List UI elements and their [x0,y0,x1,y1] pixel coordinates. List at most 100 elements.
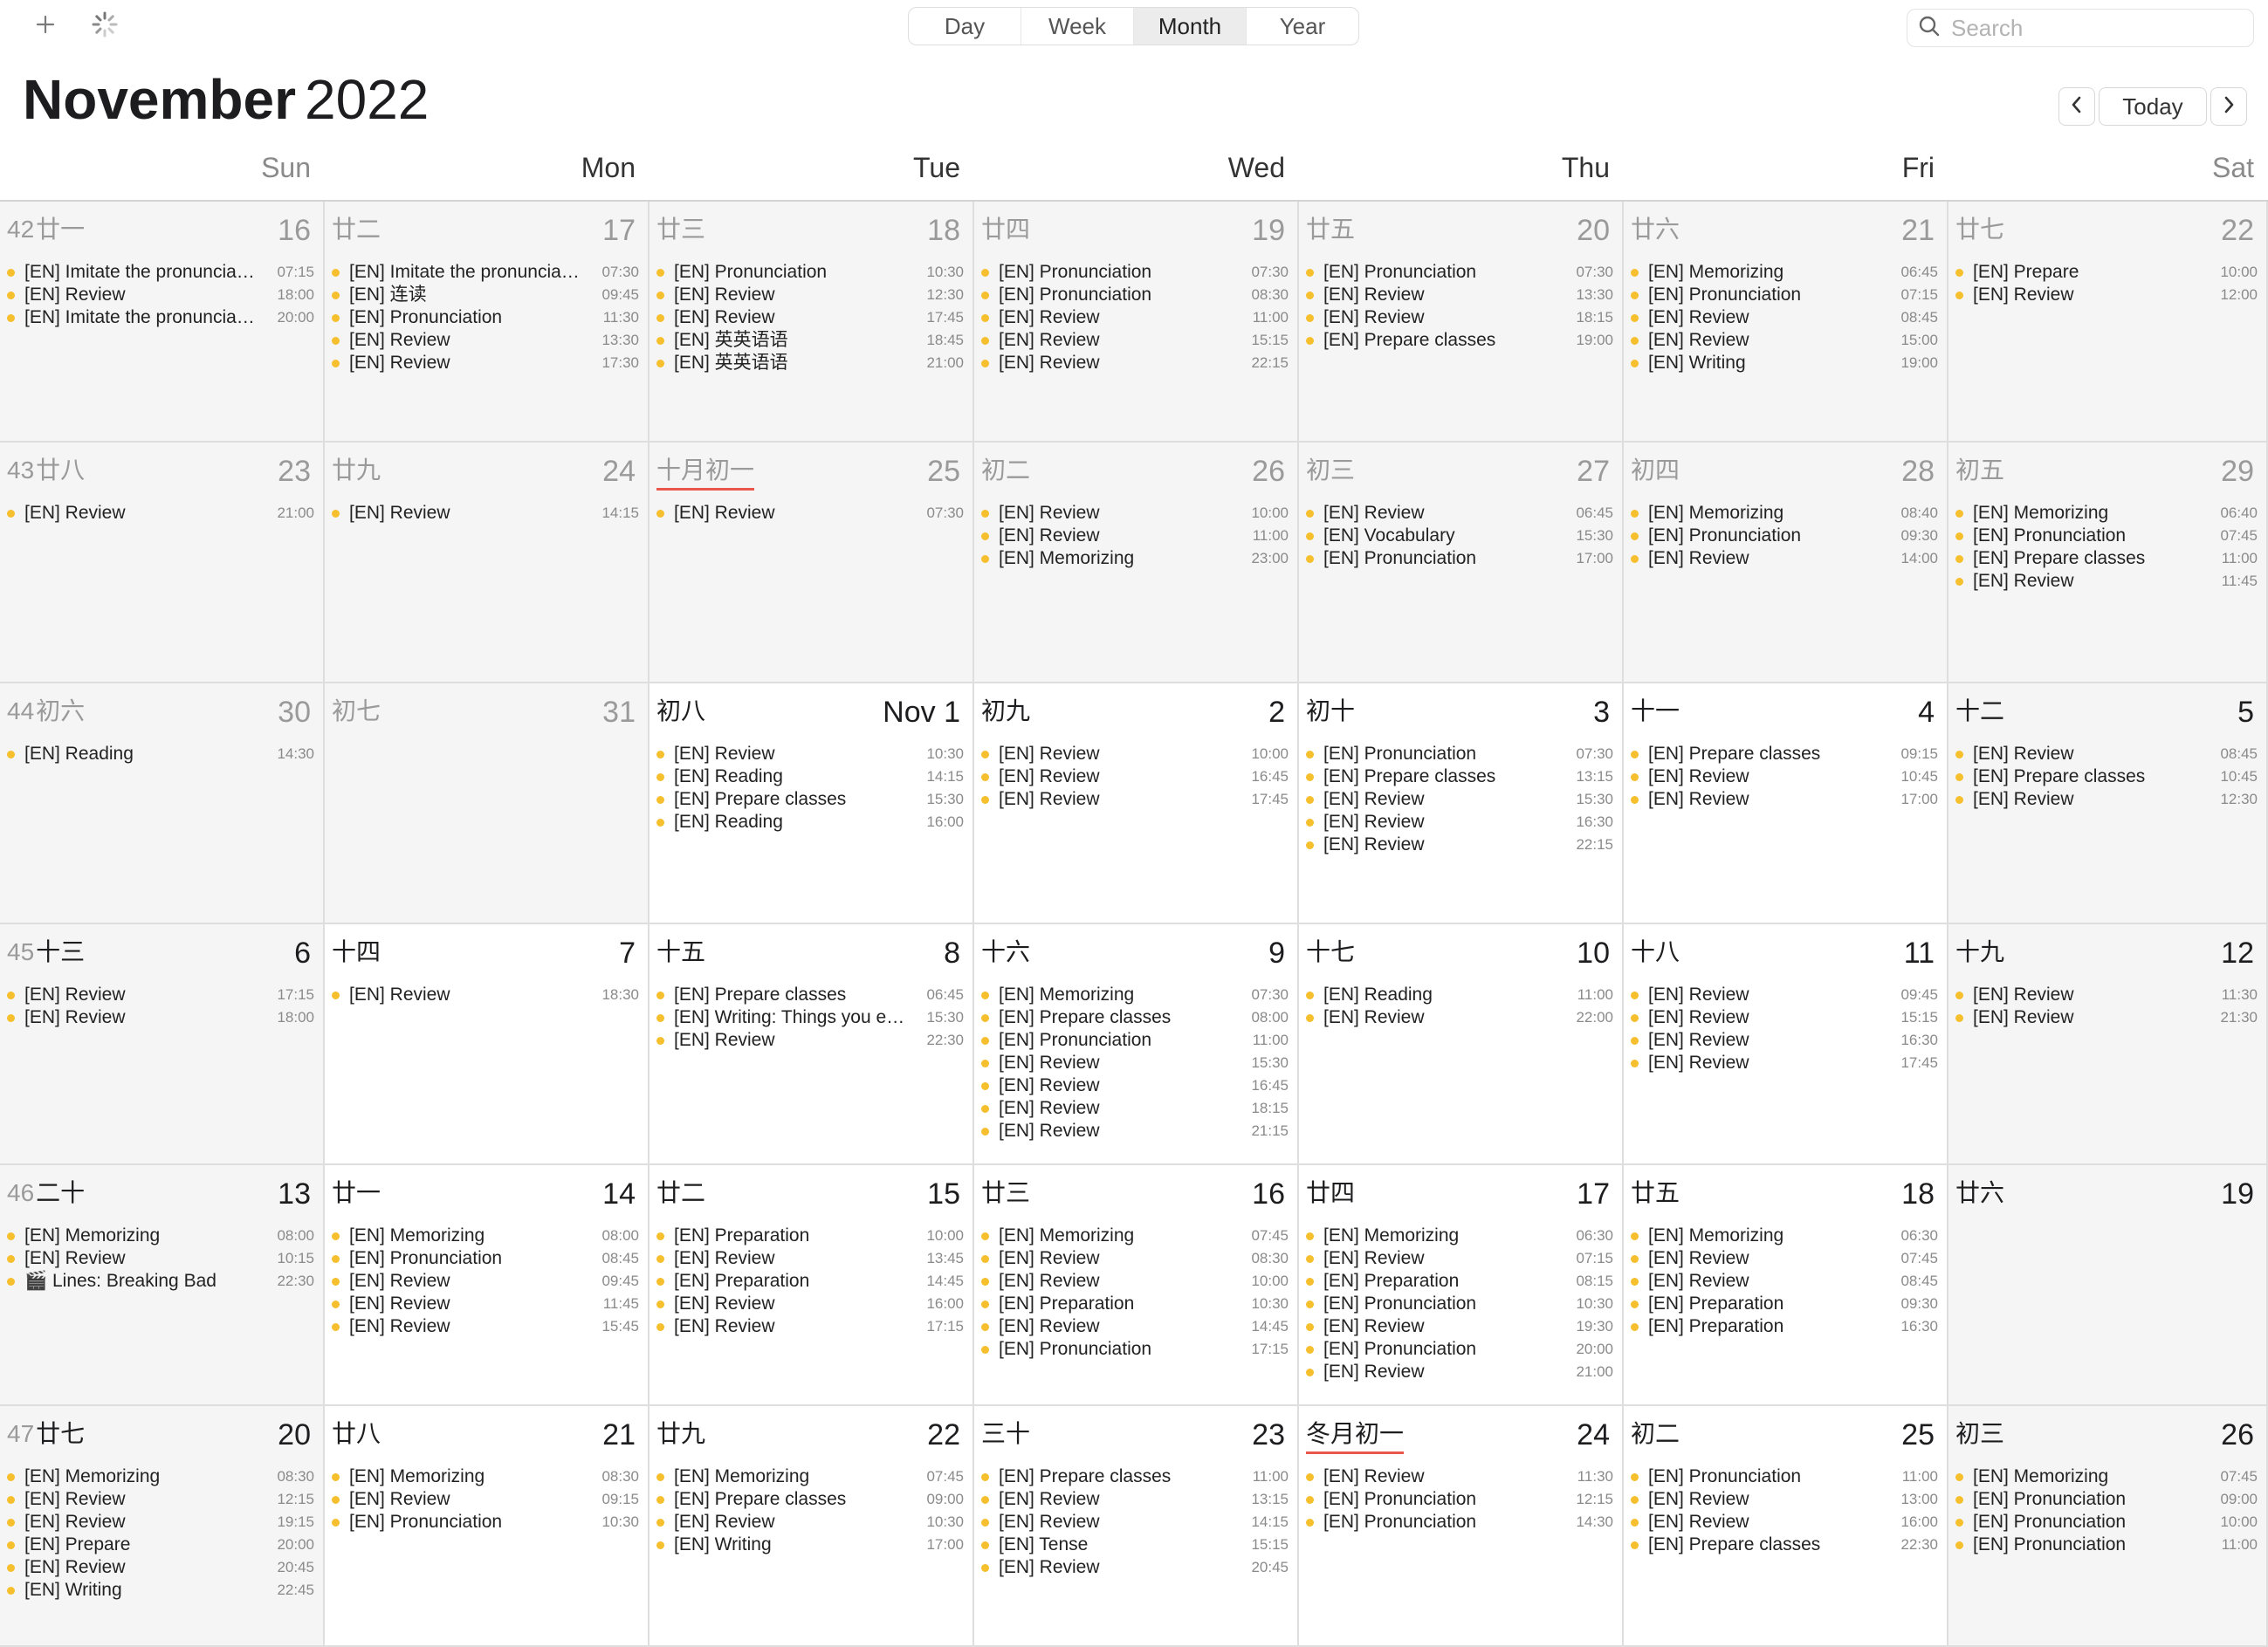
calendar-event[interactable]: [EN] Memorizing 07:45 [649,1465,972,1488]
calendar-event[interactable]: [EN] Pronunciation 14:30 [1299,1511,1622,1534]
calendar-event[interactable]: [EN] Review 15:15 [974,329,1297,352]
day-cell[interactable]: 廿六 19 [1948,1165,2268,1406]
day-cell[interactable]: 廿七 22 [EN] Prepare 10:00 [EN] Review 12:00 [1948,202,2268,443]
calendar-event[interactable]: [EN] Review 14:15 [974,1511,1297,1534]
calendar-event[interactable]: [EN] Prepare 10:00 [1948,261,2266,284]
calendar-event[interactable]: [EN] Review 17:15 [0,984,323,1006]
day-cell[interactable]: 十六 9 [EN] Memorizing 07:30 [EN] Prepare clas… [974,924,1299,1165]
day-cell[interactable]: 47廿七 20 [EN] Memorizing 08:30 [EN] Review 12:… [0,1406,325,1647]
day-cell[interactable]: 46二十 13 [EN] Memorizing 08:00 [EN] Review 10:… [0,1165,325,1406]
calendar-event[interactable]: [EN] Review 13:15 [974,1488,1297,1511]
calendar-event[interactable]: [EN] Tense 15:15 [974,1534,1297,1556]
calendar-event[interactable]: [EN] Preparation 10:00 [649,1225,972,1247]
calendar-event[interactable]: [EN] 英英语语 21:00 [649,352,972,374]
day-cell[interactable]: 初三 26 [EN] Memorizing 07:45 [EN] Pronunciati… [1948,1406,2268,1647]
calendar-event[interactable]: [EN] Review 14:15 [325,502,648,525]
calendar-event[interactable]: [EN] Imitate the pronunciation 07:15 [0,261,323,284]
calendar-event[interactable]: [EN] Pronunciation 11:00 [974,1029,1297,1052]
calendar-event[interactable]: [EN] Review 10:00 [974,502,1297,525]
calendar-event[interactable]: [EN] Review 18:00 [0,1006,323,1029]
calendar-event[interactable]: [EN] Prepare classes 11:00 [1948,547,2266,570]
calendar-event[interactable]: [EN] Memorizing 07:30 [974,984,1297,1006]
calendar-event[interactable]: [EN] Pronunciation 20:00 [1299,1338,1622,1361]
calendar-event[interactable]: [EN] Review 22:00 [1299,1006,1622,1029]
calendar-event[interactable]: [EN] Review 13:30 [325,329,648,352]
day-cell[interactable]: 45十三 6 [EN] Review 17:15 [EN] Review 18:00 [0,924,325,1165]
calendar-event[interactable]: [EN] Review 10:45 [1624,765,1947,788]
calendar-event[interactable]: [EN] Review 11:30 [1948,984,2266,1006]
calendar-event[interactable]: [EN] Review 21:30 [1948,1006,2266,1029]
day-cell[interactable]: 十四 7 [EN] Review 18:30 [325,924,649,1165]
calendar-event[interactable]: [EN] Review 08:30 [974,1247,1297,1270]
calendar-event[interactable]: [EN] Review 08:45 [1948,743,2266,765]
calendar-event[interactable]: [EN] Review 18:15 [1299,306,1622,329]
calendar-event[interactable]: [EN] Review 20:45 [974,1556,1297,1579]
calendar-event[interactable]: [EN] Review 20:45 [0,1556,323,1579]
calendar-event[interactable]: [EN] Review 16:45 [974,1074,1297,1097]
calendar-event[interactable]: [EN] Review 07:30 [649,502,972,525]
day-cell[interactable]: 廿三 16 [EN] Memorizing 07:45 [EN] Review 08:30… [974,1165,1299,1406]
day-cell[interactable]: 44初六 30 [EN] Reading 14:30 [0,683,325,924]
calendar-event[interactable]: [EN] Memorizing 07:45 [1948,1465,2266,1488]
calendar-event[interactable]: [EN] Memorizing 06:30 [1624,1225,1947,1247]
calendar-event[interactable]: [EN] Review 12:00 [1948,284,2266,306]
day-cell[interactable]: 十一 4 [EN] Prepare classes 09:15 [EN] Review 1… [1624,683,1948,924]
calendar-event[interactable]: [EN] Review 22:15 [974,352,1297,374]
calendar-event[interactable]: [EN] Memorizing 23:00 [974,547,1297,570]
calendar-event[interactable]: [EN] Memorizing 08:30 [325,1465,648,1488]
day-cell[interactable]: 初九 2 [EN] Review 10:00 [EN] Review 16:45 [EN] … [974,683,1299,924]
day-cell[interactable]: 十七 10 [EN] Reading 11:00 [EN] Review 22:00 [1299,924,1624,1165]
calendar-event[interactable]: [EN] Preparation 10:30 [974,1293,1297,1315]
calendar-event[interactable]: [EN] Review 09:45 [325,1270,648,1293]
calendar-event[interactable]: [EN] Pronunciation 09:30 [1624,525,1947,547]
calendar-event[interactable]: [EN] Review 15:30 [1299,788,1622,811]
calendar-event[interactable]: [EN] Preparation 14:45 [649,1270,972,1293]
calendar-event[interactable]: [EN] Reading 14:15 [649,765,972,788]
calendar-event[interactable]: [EN] 英英语语 18:45 [649,329,972,352]
calendar-event[interactable]: [EN] Review 22:15 [1299,834,1622,856]
calendar-event[interactable]: [EN] Prepare classes 09:15 [1624,743,1947,765]
calendar-event[interactable]: [EN] Review 07:15 [1299,1247,1622,1270]
calendar-event[interactable]: [EN] Review 14:45 [974,1315,1297,1338]
calendar-event[interactable]: [EN] Review 17:45 [974,788,1297,811]
day-cell[interactable]: 廿五 18 [EN] Memorizing 06:30 [EN] Review 07:45… [1624,1165,1948,1406]
calendar-event[interactable]: [EN] Pronunciation 07:30 [1299,261,1622,284]
day-cell[interactable]: 初二 25 [EN] Pronunciation 11:00 [EN] Review 13… [1624,1406,1948,1647]
day-cell[interactable]: 廿二 17 [EN] Imitate the pronunciation 07:30[… [325,202,649,443]
calendar-event[interactable]: [EN] Review 10:00 [974,1270,1297,1293]
search-input[interactable] [1949,13,2215,43]
calendar-event[interactable]: [EN] Review 17:00 [1624,788,1947,811]
calendar-event[interactable]: 🎬 Lines: Breaking Bad 22:30 [0,1270,323,1293]
calendar-event[interactable]: [EN] Pronunciation 17:00 [1299,547,1622,570]
calendar-event[interactable]: [EN] Memorizing 06:45 [1624,261,1947,284]
day-cell[interactable]: 42廿一 16 [EN] Imitate the pronunciation 07:1… [0,202,325,443]
calendar-event[interactable]: [EN] Review 15:00 [1624,329,1947,352]
calendar-event[interactable]: [EN] Review 10:15 [0,1247,323,1270]
calendar-event[interactable]: [EN] Preparation 16:30 [1624,1315,1947,1338]
calendar-event[interactable]: [EN] Review 16:30 [1624,1029,1947,1052]
calendar-event[interactable]: [EN] Prepare classes 22:30 [1624,1534,1947,1556]
day-cell[interactable]: 廿六 21 [EN] Memorizing 06:45 [EN] Pronunciati… [1624,202,1948,443]
next-month-button[interactable] [2210,87,2247,126]
calendar-event[interactable]: [EN] Memorizing 06:30 [1299,1225,1622,1247]
calendar-event[interactable]: [EN] Review 10:30 [649,743,972,765]
calendar-event[interactable]: [EN] Pronunciation 07:30 [974,261,1297,284]
calendar-event[interactable]: [EN] Preparation 08:15 [1299,1270,1622,1293]
calendar-event[interactable]: [EN] Review 15:45 [325,1315,648,1338]
calendar-event[interactable]: [EN] Review 16:45 [974,765,1297,788]
calendar-event[interactable]: [EN] Memorizing 08:40 [1624,502,1947,525]
calendar-event[interactable]: [EN] Review 12:15 [0,1488,323,1511]
calendar-event[interactable]: [EN] Prepare classes 06:45 [649,984,972,1006]
day-cell[interactable]: 廿二 15 [EN] Preparation 10:00 [EN] Review 13:4… [649,1165,974,1406]
calendar-event[interactable]: [EN] Prepare 20:00 [0,1534,323,1556]
calendar-event[interactable]: [EN] Pronunciation 11:00 [1948,1534,2266,1556]
calendar-event[interactable]: [EN] Prepare classes 13:15 [1299,765,1622,788]
calendar-event[interactable]: [EN] Review 16:00 [649,1293,972,1315]
calendar-event[interactable]: [EN] Review 17:30 [325,352,648,374]
calendar-event[interactable]: [EN] Pronunciation 09:00 [1948,1488,2266,1511]
calendar-event[interactable]: [EN] Vocabulary 15:30 [1299,525,1622,547]
calendar-event[interactable]: [EN] Imitate the pronunciation 20:00 [0,306,323,329]
calendar-event[interactable]: [EN] Review 11:45 [1948,570,2266,593]
calendar-event[interactable]: [EN] Prepare classes 08:00 [974,1006,1297,1029]
calendar-event[interactable]: [EN] Pronunciation 12:15 [1299,1488,1622,1511]
